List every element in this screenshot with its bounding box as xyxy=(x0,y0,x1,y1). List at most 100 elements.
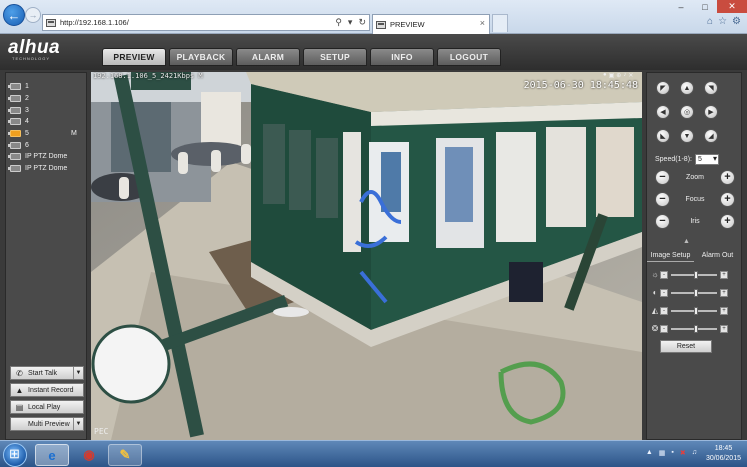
volume-icon[interactable]: ♫ xyxy=(692,449,697,457)
channel-item-6[interactable]: 6 xyxy=(8,139,86,151)
tab-playback[interactable]: PLAYBACK xyxy=(169,48,233,66)
maximize-button[interactable]: □ xyxy=(693,0,717,13)
brightness-minus-button[interactable]: - xyxy=(660,270,668,279)
camera-icon xyxy=(8,118,21,126)
tab-logout[interactable]: LOGOUT xyxy=(437,48,501,66)
channel-item-3[interactable]: 3 xyxy=(8,104,86,116)
favorites-star-icon[interactable]: ☆ xyxy=(718,16,727,27)
instant-record-button[interactable]: ▲ Instant Record xyxy=(10,383,84,397)
hue-slider[interactable] xyxy=(671,324,717,333)
zoom-out-button[interactable]: − xyxy=(655,169,670,185)
close-icon[interactable]: ✕ xyxy=(628,72,633,79)
channel-item-ptz-1[interactable]: IP PTZ Dome xyxy=(8,151,86,163)
channel-panel: 1 2 3 4 5M 6 IP PTZ Dome IP PTZ Dome ✆ St… xyxy=(5,72,87,440)
channel-label: IP PTZ Dome xyxy=(25,153,68,161)
clock-time: 18:45 xyxy=(714,445,733,452)
record-icon[interactable]: ● xyxy=(603,72,607,79)
ptz-up-right-button[interactable]: ◥ xyxy=(704,81,718,95)
channel-item-5[interactable]: 5M xyxy=(8,128,86,140)
reset-button[interactable]: Reset xyxy=(660,340,712,353)
ptz-right-button[interactable]: ▶ xyxy=(704,105,718,119)
contrast-minus-button[interactable]: - xyxy=(660,288,668,297)
saturation-minus-button[interactable]: - xyxy=(660,306,668,315)
close-window-button[interactable]: ✕ xyxy=(717,0,747,13)
back-button[interactable]: ← xyxy=(3,4,25,26)
channel-item-2[interactable]: 2 xyxy=(8,93,86,105)
tray-app-icon[interactable]: ▪ xyxy=(671,449,673,457)
contrast-plus-button[interactable]: + xyxy=(720,288,728,297)
local-play-button[interactable]: ▤ Local Play xyxy=(10,400,84,414)
audio-icon[interactable]: ♪ xyxy=(623,72,626,79)
ptz-up-left-button[interactable]: ◤ xyxy=(656,81,670,95)
start-button[interactable] xyxy=(3,443,27,467)
slider-thumb[interactable] xyxy=(694,270,699,279)
tab-setup[interactable]: SETUP xyxy=(303,48,367,66)
ptz-down-left-button[interactable]: ◣ xyxy=(656,129,670,143)
tab-alarm[interactable]: ALARM xyxy=(236,48,300,66)
tray-arrow-icon[interactable]: ▲ xyxy=(646,449,653,457)
multi-preview-button[interactable]: Multi Preview ▼ xyxy=(10,417,84,431)
slider-thumb[interactable] xyxy=(694,324,699,333)
slider-thumb[interactable] xyxy=(694,288,699,297)
tab-close-icon[interactable]: × xyxy=(480,18,485,28)
address-bar[interactable]: http://192.168.1.106/ ⚲ ▾ ↻ xyxy=(42,14,370,31)
speed-select[interactable]: 5 xyxy=(694,154,719,165)
home-icon[interactable]: ⌂ xyxy=(707,16,713,27)
main-nav-tabs: PREVIEW PLAYBACK ALARM SETUP INFO LOGOUT xyxy=(102,48,501,66)
tab-alarm-out[interactable]: Alarm Out xyxy=(694,249,741,262)
focus-minus-button[interactable]: − xyxy=(655,191,670,207)
search-icon[interactable]: ⚲ xyxy=(335,17,342,28)
ptz-down-right-button[interactable]: ◢ xyxy=(704,129,718,143)
ptz-up-button[interactable]: ▲ xyxy=(680,81,694,95)
ptz-panel: ◤ ▲ ◥ ◀ ◎ ▶ ◣ ▼ ◢ Speed(1-8): 5 − Zoom +… xyxy=(646,72,742,440)
taskbar-internet-explorer[interactable]: e xyxy=(35,444,69,466)
taskbar-paint[interactable]: ✎ xyxy=(108,444,142,466)
snapshot-icon[interactable]: ▣ xyxy=(609,72,615,79)
zoom-icon[interactable]: ⊕ xyxy=(616,72,621,79)
tab-info[interactable]: INFO xyxy=(370,48,434,66)
taskbar-chrome[interactable]: ◉ xyxy=(72,444,106,466)
ptz-center-button[interactable]: ◎ xyxy=(680,105,694,119)
logo-subtitle: TECHNOLOGY xyxy=(12,56,51,61)
start-talk-button[interactable]: ✆ Start Talk ▼ xyxy=(10,366,84,380)
collapse-arrow-icon[interactable]: ▲ xyxy=(683,238,690,245)
tray-alert-icon[interactable]: ✖ xyxy=(680,449,686,457)
brightness-plus-button[interactable]: + xyxy=(720,270,728,279)
channel-label: 4 xyxy=(25,118,29,126)
gear-icon[interactable]: ⚙ xyxy=(732,16,741,27)
iris-plus-button[interactable]: + xyxy=(720,213,735,229)
channel-label: 6 xyxy=(25,141,29,149)
taskbar-clock[interactable]: 18:45 30/06/2015 xyxy=(706,444,741,464)
channel-item-ptz-2[interactable]: IP PTZ Dome xyxy=(8,163,86,175)
tab-preview[interactable]: PREVIEW xyxy=(102,48,166,66)
zoom-label: Zoom xyxy=(686,173,704,181)
refresh-icon[interactable]: ↻ xyxy=(358,17,366,28)
brightness-slider[interactable] xyxy=(671,270,717,279)
contrast-slider[interactable] xyxy=(671,288,717,297)
saturation-plus-button[interactable]: + xyxy=(720,306,728,315)
ptz-left-button[interactable]: ◀ xyxy=(656,105,670,119)
arrow-left-icon: ← xyxy=(7,7,21,23)
channel-item-4[interactable]: 4 xyxy=(8,116,86,128)
browser-tab-preview[interactable]: PREVIEW × xyxy=(372,14,490,34)
chevron-down-icon[interactable]: ▼ xyxy=(73,367,83,379)
forward-button[interactable]: → xyxy=(25,7,41,23)
iris-minus-button[interactable]: − xyxy=(655,213,670,229)
saturation-slider[interactable] xyxy=(671,306,717,315)
zoom-in-button[interactable]: + xyxy=(720,169,735,185)
minimize-button[interactable]: – xyxy=(669,0,693,13)
hue-plus-button[interactable]: + xyxy=(720,324,728,333)
channel-item-1[interactable]: 1 xyxy=(8,81,86,93)
network-icon[interactable]: ▦ xyxy=(659,449,666,457)
focus-plus-button[interactable]: + xyxy=(720,191,735,207)
dropdown-icon[interactable]: ▾ xyxy=(348,17,353,28)
ptz-down-button[interactable]: ▼ xyxy=(680,129,694,143)
video-feed[interactable]: 192.168.1.106_5_2421Kbps M ● ▣ ⊕ ♪ ✕ 201… xyxy=(91,72,642,440)
tab-image-setup[interactable]: Image Setup xyxy=(647,249,694,262)
zoom-control: − Zoom + xyxy=(655,169,735,185)
slider-thumb[interactable] xyxy=(694,306,699,315)
chevron-down-icon[interactable]: ▼ xyxy=(73,418,83,430)
iris-control: − Iris + xyxy=(655,213,735,229)
new-tab-button[interactable] xyxy=(492,14,508,32)
hue-minus-button[interactable]: - xyxy=(660,324,668,333)
